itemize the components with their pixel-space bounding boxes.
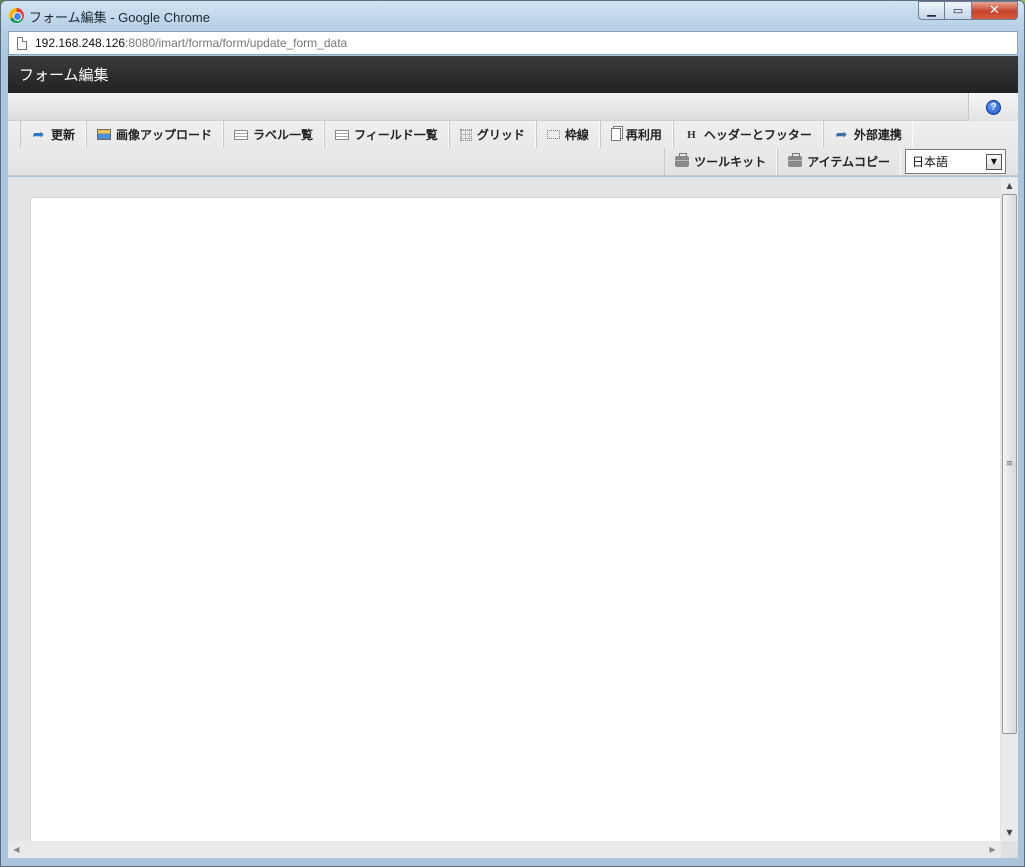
title-bar[interactable]: フォーム編集 - Google Chrome ▁ ▭ ✕	[1, 1, 1024, 29]
horizontal-scrollbar[interactable]: ◀ ▶	[8, 841, 1001, 858]
field-list-label: フィールド一覧	[354, 128, 438, 142]
label-list-button[interactable]: ラベル一覧	[223, 121, 325, 148]
toolbar-row-primary: ➦ 更新 画像アップロード ラベル一覧 フィールド一覧 グリッド 枠線 再利用 …	[20, 121, 913, 148]
help-icon: ?	[986, 99, 1001, 115]
address-bar[interactable]: 192.168.248.126:8080/imart/forma/form/up…	[8, 31, 1018, 55]
external-link-label: 外部連携	[853, 128, 902, 142]
grip-icon: ≡	[1005, 459, 1014, 469]
window-title: フォーム編集 - Google Chrome	[29, 10, 210, 25]
item-copy-label: アイテムコピー	[807, 155, 890, 169]
toolbar-row-secondary: ツールキット アイテムコピー 日本語 ▼	[664, 148, 1006, 175]
vertical-scroll-thumb[interactable]: ≡	[1002, 194, 1017, 734]
header-footer-button[interactable]: H ヘッダーとフッター	[672, 121, 823, 148]
update-label: 更新	[51, 128, 76, 142]
item-copy-icon	[788, 153, 803, 167]
help-strip: ?	[8, 93, 1018, 121]
header-footer-icon: H	[687, 128, 696, 141]
reuse-button[interactable]: 再利用	[599, 121, 673, 148]
scrollbar-corner	[1001, 841, 1018, 858]
frame-line-label: 枠線	[564, 128, 589, 142]
grid-icon	[459, 128, 472, 141]
language-select[interactable]: 日本語 ▼	[905, 149, 1006, 174]
close-button[interactable]: ✕	[972, 1, 1018, 20]
maximize-button[interactable]: ▭	[945, 1, 972, 20]
item-copy-button[interactable]: アイテムコピー	[777, 148, 901, 175]
minimize-button[interactable]: ▁	[918, 1, 945, 20]
header-footer-label: ヘッダーとフッター	[703, 128, 812, 142]
label-list-icon	[234, 129, 249, 140]
grid-button[interactable]: グリッド	[448, 121, 536, 148]
reuse-icon	[610, 128, 621, 141]
label-list-label: ラベル一覧	[253, 128, 314, 142]
page-icon	[17, 36, 27, 50]
form-workspace: ▲ ≡ ▼ ◀ ▶	[8, 177, 1018, 858]
field-list-button[interactable]: フィールド一覧	[324, 121, 449, 148]
grid-label: グリッド	[476, 128, 525, 142]
page-title: フォーム編集	[19, 66, 109, 84]
chrome-logo-icon	[9, 8, 24, 23]
language-value: 日本語	[912, 155, 949, 169]
update-button[interactable]: ➦ 更新	[20, 121, 87, 148]
window-controls: ▁ ▭ ✕	[918, 1, 1018, 20]
frame-line-icon	[546, 130, 560, 139]
toolkit-icon	[675, 153, 690, 167]
toolbar: ➦ 更新 画像アップロード ラベル一覧 フィールド一覧 グリッド 枠線 再利用 …	[8, 121, 1018, 176]
update-icon: ➦	[32, 126, 45, 143]
scroll-up-arrow-icon[interactable]: ▲	[1001, 177, 1018, 194]
image-upload-button[interactable]: 画像アップロード	[86, 121, 224, 148]
vertical-scrollbar[interactable]: ▲ ≡ ▼	[1001, 177, 1018, 841]
scroll-left-arrow-icon[interactable]: ◀	[8, 841, 25, 858]
help-button[interactable]: ?	[968, 93, 1018, 121]
external-link-icon: ➦	[835, 126, 848, 143]
scroll-right-arrow-icon[interactable]: ▶	[984, 841, 1001, 858]
browser-window: フォーム編集 - Google Chrome ▁ ▭ ✕ 192.168.248…	[0, 0, 1025, 867]
url-path: :8080/imart/forma/form/update_form_data	[125, 36, 348, 50]
app-header: フォーム編集	[8, 56, 1018, 93]
toolkit-label: ツールキット	[694, 155, 767, 169]
url-host: 192.168.248.126	[35, 36, 126, 50]
field-list-icon	[335, 129, 350, 140]
image-upload-icon	[97, 129, 112, 140]
reuse-label: 再利用	[625, 128, 662, 142]
image-upload-label: 画像アップロード	[116, 128, 213, 142]
toolkit-button[interactable]: ツールキット	[664, 148, 778, 175]
frame-line-button[interactable]: 枠線	[535, 121, 600, 148]
external-link-button[interactable]: ➦ 外部連携	[822, 121, 913, 148]
form-canvas[interactable]	[30, 197, 1000, 847]
scroll-down-arrow-icon[interactable]: ▼	[1001, 824, 1018, 841]
chevron-down-icon[interactable]: ▼	[986, 153, 1002, 170]
